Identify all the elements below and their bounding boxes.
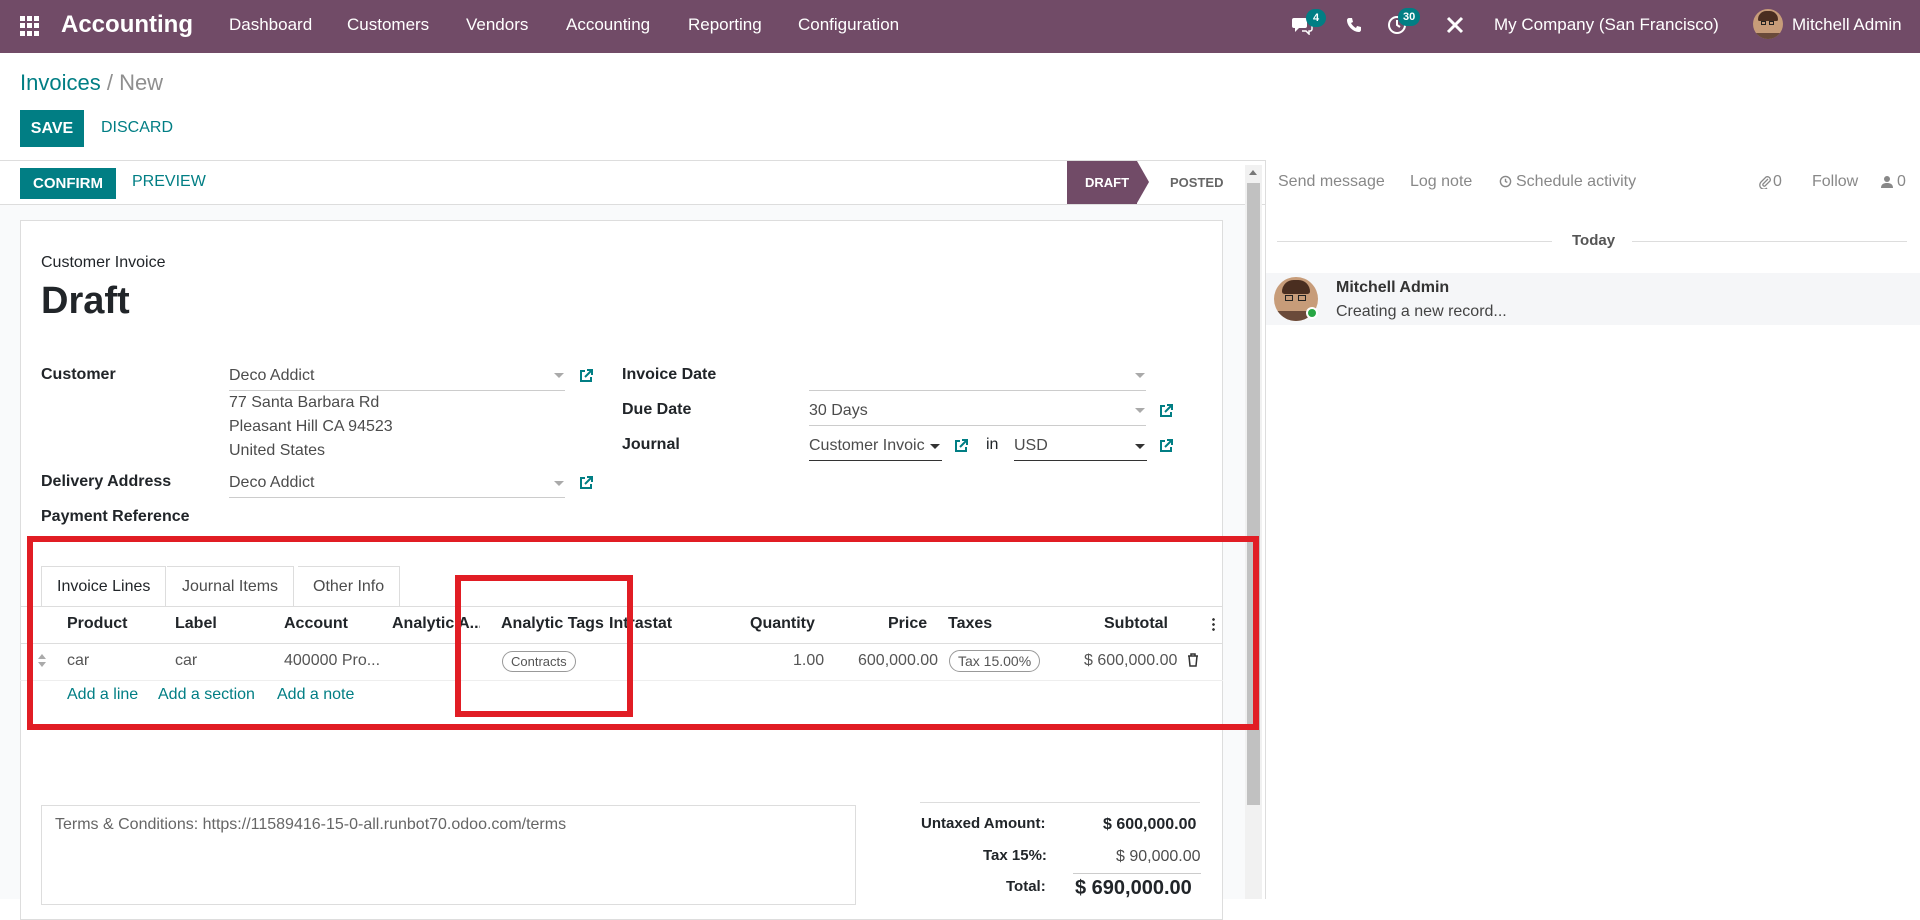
invoice-type-label: Customer Invoice <box>41 254 166 271</box>
total-divider <box>1073 873 1201 874</box>
currency-external-link-icon[interactable] <box>1158 438 1174 454</box>
address-line-1: 77 Santa Barbara Rd <box>229 394 380 411</box>
highlight-box-table <box>27 536 1259 730</box>
discard-button[interactable]: DISCARD <box>101 119 173 137</box>
menu-reporting[interactable]: Reporting <box>688 15 762 35</box>
due-date-external-link-icon[interactable] <box>1158 403 1174 419</box>
chatter-panel <box>1265 160 1920 899</box>
save-button[interactable]: SAVE <box>20 110 84 147</box>
delivery-address-field[interactable]: Deco Addict <box>229 474 314 492</box>
currency-field[interactable]: USD <box>1014 437 1048 455</box>
due-date-dropdown-icon[interactable] <box>1135 408 1145 413</box>
totals-top-divider <box>920 802 1200 803</box>
untaxed-label: Untaxed Amount: <box>921 815 1046 832</box>
confirm-button[interactable]: CONFIRM <box>20 168 116 199</box>
breadcrumb-separator: / <box>100 70 120 95</box>
app-name[interactable]: Accounting <box>61 11 193 39</box>
due-date-field[interactable]: 30 Days <box>809 402 868 420</box>
schedule-activity-button[interactable]: Schedule activity <box>1516 173 1636 191</box>
address-line-2: Pleasant Hill CA 94523 <box>229 418 393 435</box>
journal-dropdown-icon[interactable] <box>930 444 940 449</box>
menu-dashboard[interactable]: Dashboard <box>229 15 312 35</box>
total-value: $ 690,000.00 <box>1075 877 1192 899</box>
tax-value: $ 90,000.00 <box>1116 848 1201 865</box>
clock-icon <box>1499 175 1512 188</box>
date-separator: Today <box>1572 232 1616 249</box>
attachments-count[interactable]: 0 <box>1773 173 1782 191</box>
chat-badge: 4 <box>1306 9 1326 27</box>
delivery-external-link-icon[interactable] <box>578 475 594 491</box>
activity-badge: 30 <box>1398 8 1421 26</box>
journal-label: Journal <box>622 436 680 453</box>
send-message-button[interactable]: Send message <box>1278 173 1385 191</box>
customer-underline <box>229 390 565 391</box>
journal-field[interactable]: Customer Invoic <box>809 437 934 455</box>
terms-text[interactable]: Terms & Conditions: https://11589416-15-… <box>55 816 566 834</box>
menu-customers[interactable]: Customers <box>347 15 429 35</box>
date-separator-line-right <box>1632 241 1907 242</box>
followers-count[interactable]: 0 <box>1897 173 1906 191</box>
currency-in-label: in <box>986 436 999 453</box>
message-body: Creating a new record... <box>1336 303 1507 320</box>
message-author[interactable]: Mitchell Admin <box>1336 279 1449 297</box>
invoice-state-title: Draft <box>41 280 130 322</box>
invoice-date-dropdown-icon[interactable] <box>1135 373 1145 378</box>
breadcrumb: Invoices / New <box>20 70 163 96</box>
menu-configuration[interactable]: Configuration <box>798 15 899 35</box>
due-date-underline <box>809 425 1146 426</box>
highlight-box-analytic-tags <box>455 575 633 717</box>
log-note-button[interactable]: Log note <box>1410 173 1472 191</box>
preview-button[interactable]: PREVIEW <box>132 173 206 191</box>
customer-field[interactable]: Deco Addict <box>229 367 314 385</box>
paperclip-icon[interactable] <box>1759 175 1771 189</box>
date-separator-line-left <box>1277 241 1552 242</box>
delivery-dropdown-icon[interactable] <box>554 481 564 486</box>
stage-arrow <box>1137 161 1149 203</box>
delivery-underline <box>229 497 565 498</box>
invoice-date-underline <box>809 390 1146 391</box>
breadcrumb-current: New <box>119 70 164 95</box>
customer-label: Customer <box>41 366 116 383</box>
customer-dropdown-icon[interactable] <box>554 373 564 378</box>
follow-button[interactable]: Follow <box>1812 173 1858 191</box>
journal-underline <box>809 460 942 461</box>
stage-posted[interactable]: POSTED <box>1170 175 1223 190</box>
address-line-3: United States <box>229 442 326 459</box>
phone-icon[interactable] <box>1346 17 1362 33</box>
apps-grid-icon[interactable] <box>20 16 40 36</box>
journal-external-link-icon[interactable] <box>953 438 969 454</box>
followers-icon[interactable] <box>1881 175 1893 188</box>
stage-draft[interactable]: DRAFT <box>1067 161 1137 204</box>
due-date-label: Due Date <box>622 401 692 418</box>
breadcrumb-invoices[interactable]: Invoices <box>20 70 101 95</box>
company-switcher[interactable]: My Company (San Francisco) <box>1494 15 1719 35</box>
currency-underline <box>1014 460 1147 461</box>
top-navbar: Accounting Dashboard Customers Vendors A… <box>0 0 1920 53</box>
terms-box[interactable]: Terms & Conditions: https://11589416-15-… <box>41 805 856 905</box>
delivery-address-label: Delivery Address <box>41 473 172 490</box>
customer-external-link-icon[interactable] <box>578 368 594 384</box>
tools-icon[interactable] <box>1446 16 1464 34</box>
user-menu[interactable]: Mitchell Admin <box>1792 15 1902 35</box>
invoice-date-label: Invoice Date <box>622 366 717 383</box>
payment-reference-label: Payment Reference <box>41 508 190 525</box>
status-bar: CONFIRM PREVIEW DRAFT POSTED <box>0 160 1265 205</box>
total-label: Total: <box>1006 878 1046 895</box>
menu-accounting[interactable]: Accounting <box>566 15 650 35</box>
untaxed-value: $ 600,000.00 <box>1103 816 1197 833</box>
scroll-up-arrow-icon[interactable] <box>1249 170 1257 175</box>
tax-label: Tax 15%: <box>983 847 1047 864</box>
currency-dropdown-icon[interactable] <box>1135 444 1145 449</box>
online-status-icon <box>1306 307 1318 319</box>
menu-vendors[interactable]: Vendors <box>466 15 528 35</box>
user-avatar[interactable] <box>1753 9 1783 39</box>
